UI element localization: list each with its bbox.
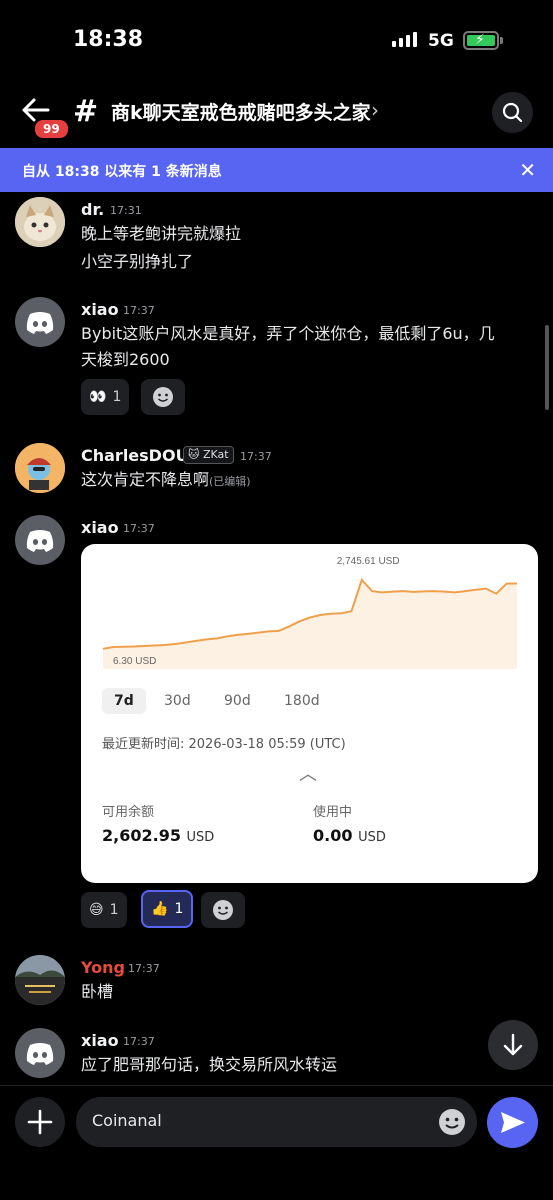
close-icon[interactable]: ✕ [519,158,536,182]
edited-label: (已编辑) [209,475,251,488]
avatar[interactable] [15,1028,65,1078]
send-icon [501,1112,525,1133]
in-use-label: 使用中 [313,805,353,820]
message-time: 17:37 [123,1035,155,1048]
scrollbar[interactable] [545,325,549,410]
network-type: 5G [428,31,454,51]
range-tab-90d: 90d [224,693,251,709]
role-tag-label: ZKat [202,448,229,461]
search-icon [502,102,523,123]
message-author[interactable]: Yong [81,958,125,977]
attach-button[interactable] [15,1097,65,1147]
avatar[interactable] [15,955,65,1005]
last-updated: 最近更新时间: 2026-03-18 05:59 (UTC) [102,737,346,752]
discord-logo-icon [26,1043,54,1065]
reaction-count: 1 [109,902,119,918]
banner-text: 自从 18:38 以来有 1 条新消息 [22,164,222,180]
add-reaction-button[interactable] [201,892,245,928]
range-tab-30d: 30d [164,693,191,709]
plus-icon [27,1109,53,1135]
reaction-thumbs-up[interactable]: 👍 1 [141,890,194,928]
message-time: 17:37 [123,522,155,535]
message-time: 17:37 [240,450,272,463]
message-author[interactable]: xiao [81,518,119,537]
cat-avatar-icon [15,197,65,247]
message-text: Bybit这账户风水是真好，弄了个迷你仓，最低剩了6u，几 [81,324,495,343]
unread-badge: 99 [33,118,70,140]
avatar[interactable] [15,515,65,565]
available-label: 可用余额 [102,805,155,820]
battery-icon: ⚡ [463,31,503,50]
cat-icon: 🐱 [188,448,200,461]
message-text-content: 这次肯定不降息啊 [81,470,210,489]
reaction-sweat-smile[interactable]: 😅 1 [81,892,127,928]
reaction-count: 1 [112,389,122,405]
discord-logo-icon [26,530,54,552]
message-input-value: Coinanal [92,1111,162,1130]
status-time: 18:38 [73,27,144,52]
landscape-avatar-icon [15,955,65,1005]
divider [0,1085,553,1086]
message-input[interactable]: Coinanal [76,1097,477,1147]
available-value: 2,602.95 USD [102,826,214,845]
message-author[interactable]: CharlesDOU [81,446,189,465]
message-text: 小空子别挣扎了 [81,252,194,271]
available-amount: 2,602.95 [102,826,181,845]
chevron-right-icon[interactable]: › [371,98,379,122]
range-tab-7d: 7d [102,688,146,714]
add-reaction-button[interactable] [141,379,185,415]
message-text: 天梭到2600 [81,350,170,369]
avatar[interactable] [15,443,65,493]
currency: USD [358,830,386,845]
avatar[interactable] [15,297,65,347]
jump-to-bottom-button[interactable] [488,1020,538,1070]
discord-logo-icon [26,312,54,334]
in-use-value: 0.00 USD [313,826,386,845]
channel-header: 99 # 商k聊天室戒色戒赌吧多头之家 › [0,88,553,140]
eyes-emoji-icon: 👀 [89,389,107,405]
thumbs-up-emoji-icon: 👍 [151,901,169,917]
avatar[interactable] [15,197,65,247]
send-button[interactable] [487,1097,538,1148]
chevron-up-icon: ︿ [299,764,317,785]
message-text: 晚上等老鲍讲完就爆拉 [81,224,242,243]
reaction-count: 1 [174,901,184,917]
search-button[interactable] [492,92,533,133]
arrow-down-icon [503,1033,523,1056]
reaction-eyes[interactable]: 👀 1 [81,379,130,415]
status-bar: 18:38 5G ⚡ [0,0,553,80]
message-text: 卧槽 [81,982,114,1001]
message-author[interactable]: xiao [81,300,119,319]
chart-max-label: 2,745.61 USD [337,556,400,567]
new-messages-banner[interactable]: 自从 18:38 以来有 1 条新消息 ✕ [0,148,553,192]
channel-title[interactable]: 商k聊天室戒色戒赌吧多头之家 [111,98,371,125]
sweat-smile-emoji-icon: 😅 [89,902,104,918]
smiley-icon [153,387,173,407]
emoji-picker-icon[interactable] [438,1108,466,1136]
message-author[interactable]: dr. [81,200,104,219]
chart-min-label: 6.30 USD [113,656,156,667]
message-time: 17:37 [128,962,160,975]
currency: USD [186,830,215,845]
signal-icon [392,32,417,47]
in-use-amount: 0.00 [313,826,353,845]
channel-hash-icon: # [73,94,99,129]
message-time: 17:37 [123,304,155,317]
message-text: 这次肯定不降息啊(已编辑) [81,467,251,495]
smiley-icon [213,900,233,920]
message-time: 17:31 [110,204,142,217]
balance-chart: 2,745.61 USD 6.30 USD [102,556,518,669]
character-avatar-icon [15,443,65,493]
range-tab-180d: 180d [284,693,320,709]
role-tag: 🐱 ZKat [183,446,234,464]
message-text: 应了肥哥那句话，换交易所风水转运 [81,1055,338,1074]
message-author[interactable]: xiao [81,1031,119,1050]
